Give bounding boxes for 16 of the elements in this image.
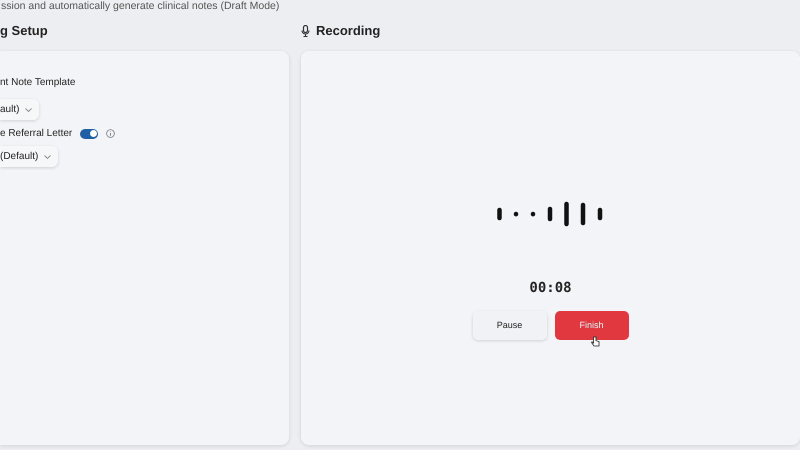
pointer-cursor-icon bbox=[590, 336, 600, 347]
timer: 00:08 bbox=[529, 279, 572, 298]
finish-button[interactable]: Finish bbox=[554, 311, 628, 340]
toggle-switch[interactable] bbox=[80, 128, 98, 138]
chevron-down-icon bbox=[44, 154, 52, 158]
letter-select[interactable]: (Default) bbox=[0, 146, 58, 167]
page-subtitle: ssion and automatically generate clinical notes (Draft Mode) bbox=[0, 0, 280, 13]
field-label: nt Note Template bbox=[0, 76, 76, 90]
microphone-icon bbox=[301, 24, 310, 36]
template-select[interactable]: ault) bbox=[0, 99, 40, 120]
pause-button[interactable]: Pause bbox=[472, 311, 546, 340]
chevron-down-icon bbox=[25, 108, 32, 112]
info-icon bbox=[106, 129, 116, 138]
section-title: Recording bbox=[316, 22, 380, 40]
field-label: e Referral Letter bbox=[0, 127, 72, 141]
section-title: g Setup bbox=[0, 22, 48, 40]
